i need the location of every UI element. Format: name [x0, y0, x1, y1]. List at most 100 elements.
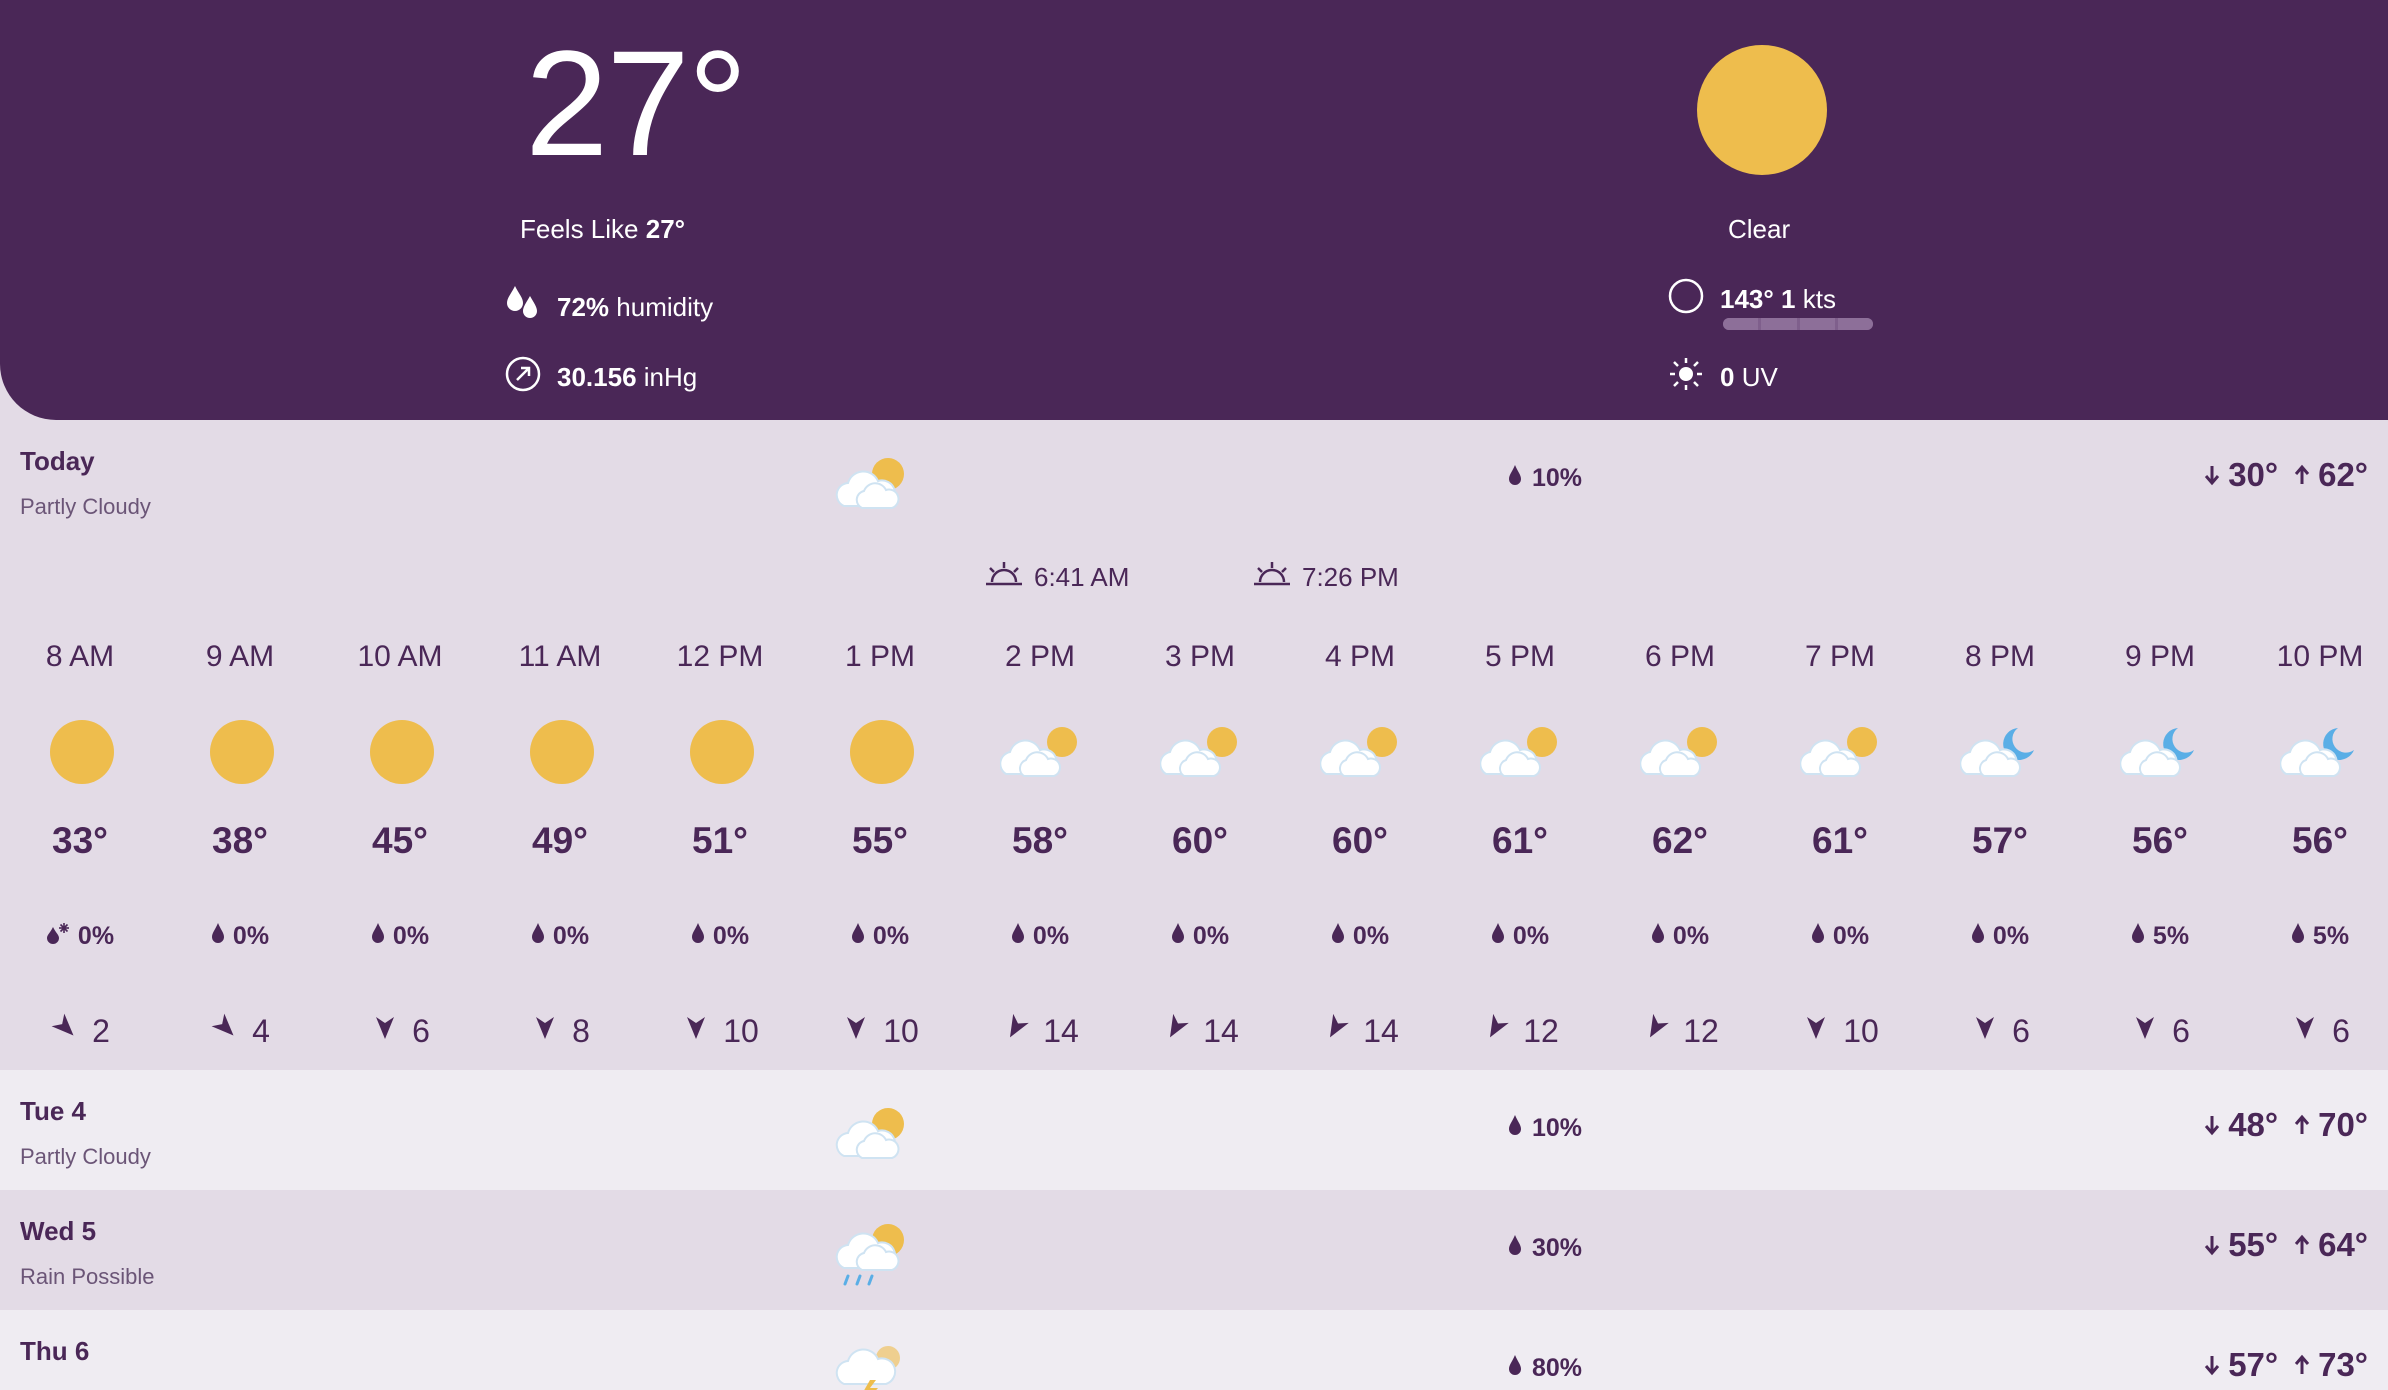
- pressure-gauge-icon: [505, 356, 541, 399]
- partly-cloudy-day-icon: [1319, 720, 1397, 784]
- wind-direction-arrow-icon: [50, 1012, 80, 1050]
- partly-cloudy-day-icon: [1159, 720, 1237, 784]
- hour-temperature: 57°: [1972, 820, 2028, 861]
- wind-direction-arrow-icon: [1161, 1012, 1191, 1050]
- hour-time: 9 PM: [2124, 640, 2196, 673]
- hour-column: 12 PM 51° 0% 10: [640, 640, 800, 1070]
- hour-temperature: 58°: [1012, 820, 1068, 861]
- drop-icon: [1171, 922, 1185, 951]
- wind-direction-arrow-icon: [1481, 1012, 1511, 1050]
- humidity-icon: [505, 284, 541, 331]
- hour-wind: 10: [640, 1012, 800, 1050]
- hour-column: 5 PM 61° 0% 12: [1440, 640, 1600, 1070]
- wind-direction-arrow-icon: [1641, 1012, 1671, 1050]
- hour-precip: 0%: [800, 922, 960, 951]
- wind-direction-arrow-icon: [1321, 1012, 1351, 1050]
- drop-icon: [1971, 922, 1985, 951]
- daily-row[interactable]: Tue 4 Partly Cloudy 10% 48° 70°: [0, 1070, 2388, 1190]
- partly-cloudy-day-icon: [830, 450, 910, 514]
- drop-icon: [1331, 922, 1345, 951]
- drop-icon: [531, 922, 545, 951]
- hour-wind: 6: [2240, 1012, 2388, 1050]
- uv-readout: 0 UV: [1668, 356, 1778, 399]
- drop-icon: [371, 922, 385, 951]
- hour-time: 2 PM: [1004, 640, 1076, 673]
- hour-column: 10 AM 45° 0% 6: [320, 640, 480, 1070]
- wind-compass-icon: [1668, 278, 1704, 321]
- arrow-down-icon: [2204, 456, 2220, 494]
- hour-time: 11 AM: [518, 640, 602, 673]
- drop-icon: [1011, 922, 1025, 951]
- partly-cloudy-day-icon: [1479, 720, 1557, 784]
- hour-wind: 6: [2080, 1012, 2240, 1050]
- snow-drop-icon: [46, 922, 70, 951]
- hour-temperature: 56°: [2132, 820, 2188, 861]
- wind-direction-arrow-icon: [370, 1012, 400, 1050]
- wind-direction-arrow-icon: [1801, 1012, 1831, 1050]
- hour-time: 1 PM: [844, 640, 916, 673]
- wind-direction-arrow-icon: [210, 1012, 240, 1050]
- drop-icon: [1491, 922, 1505, 951]
- arrow-up-icon: [2294, 1226, 2310, 1264]
- hour-precip: 0%: [160, 922, 320, 951]
- hour-time: 10 PM: [2276, 640, 2364, 673]
- hour-time: 5 PM: [1484, 640, 1556, 673]
- day-low-high: 55° 64°: [2204, 1226, 2368, 1264]
- daily-row[interactable]: Thu 6 80% 57° 73°: [0, 1310, 2388, 1390]
- wind-direction-arrow-icon: [2290, 1012, 2320, 1050]
- sun-icon: [850, 720, 914, 784]
- hour-temperature: 33°: [52, 820, 108, 861]
- sunset-time: 7:26 PM: [1252, 560, 1399, 595]
- hour-wind: 14: [1120, 1012, 1280, 1050]
- today-low-high: 30° 62°: [2204, 456, 2368, 494]
- hour-column: 9 PM 56° 5% 6: [2080, 640, 2240, 1070]
- wind-direction-arrow-icon: [530, 1012, 560, 1050]
- drop-icon: [1508, 464, 1522, 493]
- day-low-high: 57° 73°: [2204, 1346, 2368, 1384]
- wind-speed-bar: [1723, 318, 1873, 330]
- hour-time: 6 PM: [1644, 640, 1716, 673]
- sunrise-icon: [984, 560, 1024, 595]
- hour-precip: 0%: [1120, 922, 1280, 951]
- hour-precip: 0%: [320, 922, 480, 951]
- pressure-readout: 30.156 inHg: [505, 356, 697, 399]
- hour-wind: 10: [1760, 1012, 1920, 1050]
- hour-temperature: 61°: [1812, 820, 1868, 861]
- hour-column: 6 PM 62° 0% 12: [1600, 640, 1760, 1070]
- partly-cloudy-night-icon: [2119, 720, 2194, 784]
- hour-precip: 0%: [1600, 922, 1760, 951]
- sun-icon: [530, 720, 594, 784]
- current-condition: Clear: [1728, 214, 1791, 244]
- thunderstorm-icon: [830, 1334, 910, 1390]
- hour-time: 8 AM: [45, 640, 115, 673]
- current-temperature: 27°: [525, 19, 748, 187]
- drop-icon: [1508, 1354, 1522, 1383]
- hour-column: 4 PM 60° 0% 14: [1280, 640, 1440, 1070]
- hour-temperature: 56°: [2292, 820, 2348, 861]
- sunset-icon: [1252, 560, 1292, 595]
- drop-icon: [2291, 922, 2305, 951]
- hour-wind: 6: [320, 1012, 480, 1050]
- today-condition: Partly Cloudy: [20, 494, 151, 519]
- wind-direction-arrow-icon: [2130, 1012, 2160, 1050]
- sun-icon: [690, 720, 754, 784]
- arrow-down-icon: [2204, 1226, 2220, 1264]
- hour-wind: 6: [1920, 1012, 2080, 1050]
- drop-icon: [211, 922, 225, 951]
- hour-precip: 0%: [1440, 922, 1600, 951]
- hour-column: 2 PM 58° 0% 14: [960, 640, 1120, 1070]
- day-condition: Rain Possible: [20, 1264, 155, 1289]
- arrow-down-icon: [2204, 1346, 2220, 1384]
- partly-cloudy-night-icon: [1959, 720, 2034, 784]
- hour-time: 12 PM: [676, 640, 764, 673]
- hour-column: 10 PM 56° 5% 6: [2240, 640, 2388, 1070]
- hour-temperature: 60°: [1332, 820, 1388, 861]
- hour-wind: 14: [1280, 1012, 1440, 1050]
- hour-temperature: 49°: [532, 820, 588, 861]
- hour-precip: 0%: [640, 922, 800, 951]
- humidity-readout: 72% humidity: [505, 284, 713, 331]
- daily-row[interactable]: Wed 5 Rain Possible 30% 55° 64°: [0, 1190, 2388, 1310]
- hour-wind: 12: [1440, 1012, 1600, 1050]
- hour-temperature: 38°: [212, 820, 268, 861]
- sun-icon: [50, 720, 114, 784]
